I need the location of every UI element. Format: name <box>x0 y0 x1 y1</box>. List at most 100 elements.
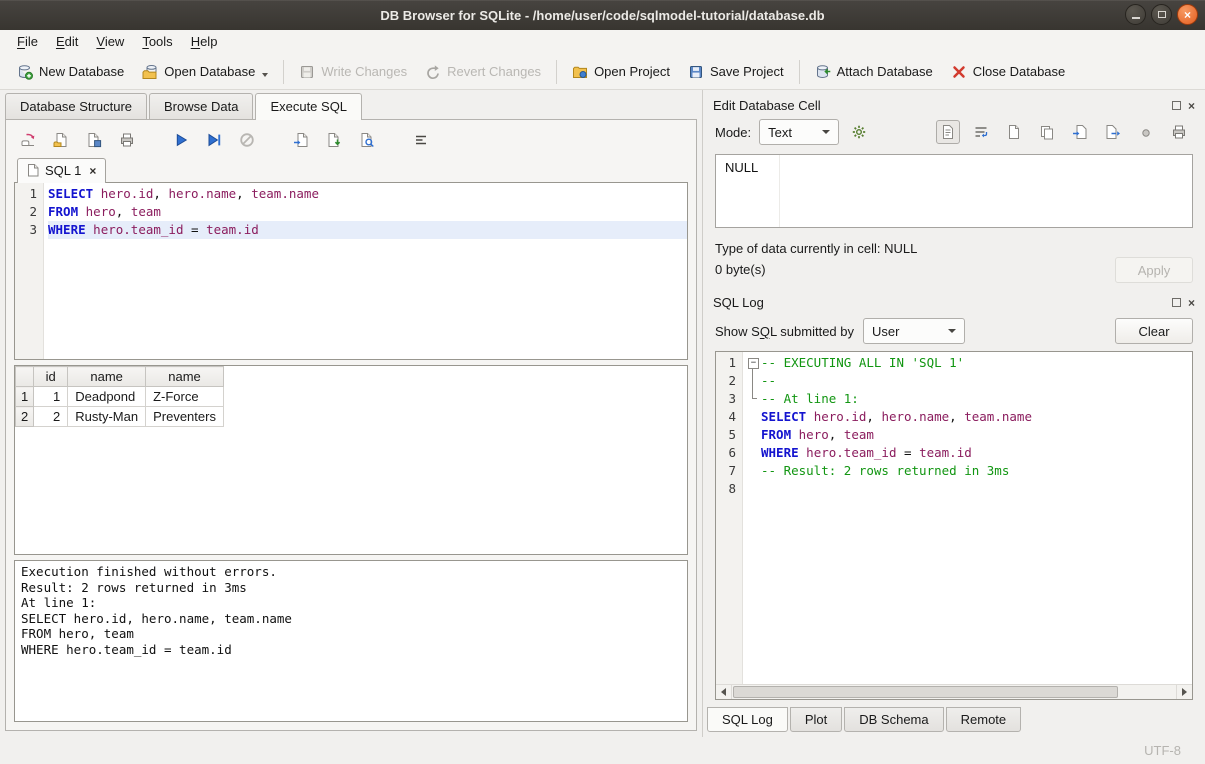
submitter-select[interactable]: User <box>863 318 965 344</box>
export-cell-button[interactable] <box>1101 120 1125 144</box>
sql-editor-line[interactable]: FROM hero, team <box>48 203 687 221</box>
attach-database-button[interactable]: Attach Database <box>806 59 942 85</box>
result-cell[interactable]: Rusty-Man <box>68 407 146 427</box>
word-wrap-button[interactable] <box>969 120 993 144</box>
close-database-button[interactable]: Close Database <box>942 59 1075 85</box>
column-header[interactable]: name <box>68 367 146 387</box>
menu-help[interactable]: Help <box>182 30 227 54</box>
open-project-button[interactable]: Open Project <box>563 59 679 85</box>
sql-log-line: -- EXECUTING ALL IN 'SQL 1' <box>747 354 1192 372</box>
result-cell[interactable]: Deadpond <box>68 387 146 407</box>
column-header[interactable]: id <box>34 367 68 387</box>
export-sql-icon <box>293 132 309 148</box>
tab-browse-data[interactable]: Browse Data <box>149 93 253 119</box>
open-tab-button[interactable] <box>18 130 38 150</box>
editor-code[interactable]: SELECT hero.id, hero.name, team.nameFROM… <box>44 183 687 359</box>
export-sql-button[interactable] <box>291 130 311 150</box>
close-window-button[interactable]: × <box>1177 4 1198 25</box>
execute-all-button[interactable] <box>171 130 191 150</box>
cell-type-text: Type of data currently in cell: NULL <box>715 241 917 256</box>
sql-log-header: SQL Log × <box>703 283 1205 314</box>
new-database-button[interactable]: New Database <box>8 59 133 85</box>
minimize-button[interactable] <box>1125 4 1146 25</box>
write-changes-button: Write Changes <box>290 59 416 85</box>
close-tab-icon[interactable]: × <box>89 164 96 178</box>
print-cell-button[interactable] <box>1167 120 1191 144</box>
row-header[interactable]: 1 <box>16 387 34 407</box>
sql-toolbar <box>14 124 688 158</box>
close-panel-icon[interactable]: × <box>1188 297 1195 309</box>
window-title: DB Browser for SQLite - /home/user/code/… <box>0 8 1205 23</box>
main-toolbar: New Database Open Database Write Changes… <box>0 54 1205 90</box>
column-header[interactable]: name <box>146 367 224 387</box>
maximize-button[interactable] <box>1151 4 1172 25</box>
format-sql-icon <box>413 132 429 148</box>
sql-log-view[interactable]: 12345678 -- EXECUTING ALL IN 'SQL 1'----… <box>715 351 1193 700</box>
format-sql-button[interactable] <box>411 130 431 150</box>
find-replace-button[interactable] <box>357 130 377 150</box>
word-wrap-icon <box>973 124 989 140</box>
results-table: idnamename11DeadpondZ-Force22Rusty-ManPr… <box>15 366 224 427</box>
write-changes-label: Write Changes <box>321 64 407 79</box>
dock-tab-sql-log[interactable]: SQL Log <box>707 707 788 732</box>
cell-editor-area[interactable] <box>780 155 1192 227</box>
close-database-icon <box>951 64 967 80</box>
sql-editor-tab[interactable]: SQL 1 × <box>17 158 106 183</box>
scrollbar-thumb[interactable] <box>733 686 1118 698</box>
menu-edit[interactable]: Edit <box>47 30 87 54</box>
set-null-button[interactable] <box>1134 120 1158 144</box>
open-database-label: Open Database <box>164 64 255 79</box>
save-results-button[interactable] <box>324 130 344 150</box>
open-sql-file-button[interactable] <box>51 130 71 150</box>
save-sql-file-button[interactable] <box>84 130 104 150</box>
log-line-numbers: 12345678 <box>716 352 743 699</box>
execution-message: Execution finished without errors. Resul… <box>14 560 688 722</box>
import-cell-button[interactable] <box>1068 120 1092 144</box>
menu-tools[interactable]: Tools <box>133 30 181 54</box>
minimize-icon <box>1132 17 1140 19</box>
app-window: DB Browser for SQLite - /home/user/code/… <box>0 0 1205 764</box>
dock-tab-remote[interactable]: Remote <box>946 707 1022 732</box>
scroll-right-button[interactable] <box>1176 685 1192 699</box>
open-project-icon <box>572 64 588 80</box>
text-mode-button[interactable] <box>936 120 960 144</box>
close-panel-icon[interactable]: × <box>1188 100 1195 112</box>
result-cell[interactable]: Z-Force <box>146 387 224 407</box>
print-sql-button[interactable] <box>117 130 137 150</box>
scroll-left-button[interactable] <box>716 685 732 699</box>
sql-editor-line[interactable]: SELECT hero.id, hero.name, team.name <box>48 185 687 203</box>
float-panel-icon[interactable] <box>1172 101 1181 110</box>
line-number: 7 <box>728 462 736 480</box>
dock-tab-db-schema[interactable]: DB Schema <box>844 707 943 732</box>
save-project-button[interactable]: Save Project <box>679 59 793 85</box>
clear-button[interactable]: Clear <box>1115 318 1193 344</box>
tab-execute-sql[interactable]: Execute SQL <box>255 93 362 120</box>
result-cell[interactable]: Preventers <box>146 407 224 427</box>
menu-file[interactable]: File <box>8 30 47 54</box>
left-pane: Database Structure Browse Data Execute S… <box>0 90 702 737</box>
copy-cell-button[interactable] <box>1035 120 1059 144</box>
titlebar: DB Browser for SQLite - /home/user/code/… <box>0 0 1205 30</box>
sql-editor[interactable]: 123 SELECT hero.id, hero.name, team.name… <box>14 182 688 360</box>
fold-collapse-icon[interactable] <box>747 354 761 372</box>
result-cell[interactable]: 2 <box>34 407 68 427</box>
new-database-label: New Database <box>39 64 124 79</box>
row-header[interactable]: 2 <box>16 407 34 427</box>
auto-switch-mode-button[interactable] <box>847 120 871 144</box>
mode-select[interactable]: Text <box>759 119 839 145</box>
open-database-dropdown-icon[interactable] <box>262 73 268 77</box>
float-panel-icon[interactable] <box>1172 298 1181 307</box>
menu-view[interactable]: View <box>87 30 133 54</box>
encoding-label: UTF-8 <box>1144 743 1181 758</box>
dock-tab-plot[interactable]: Plot <box>790 707 842 732</box>
tab-database-structure[interactable]: Database Structure <box>5 93 147 119</box>
open-cell-file-button[interactable] <box>1002 120 1026 144</box>
toolbar-separator <box>556 60 557 84</box>
scrollbar-track[interactable] <box>732 685 1176 699</box>
result-cell[interactable]: 1 <box>34 387 68 407</box>
horizontal-scrollbar[interactable] <box>716 684 1192 699</box>
open-database-button[interactable]: Open Database <box>133 59 277 85</box>
sql-editor-line[interactable]: WHERE hero.team_id = team.id <box>48 221 687 239</box>
execute-line-button[interactable] <box>204 130 224 150</box>
cell-editor[interactable]: NULL <box>715 154 1193 228</box>
